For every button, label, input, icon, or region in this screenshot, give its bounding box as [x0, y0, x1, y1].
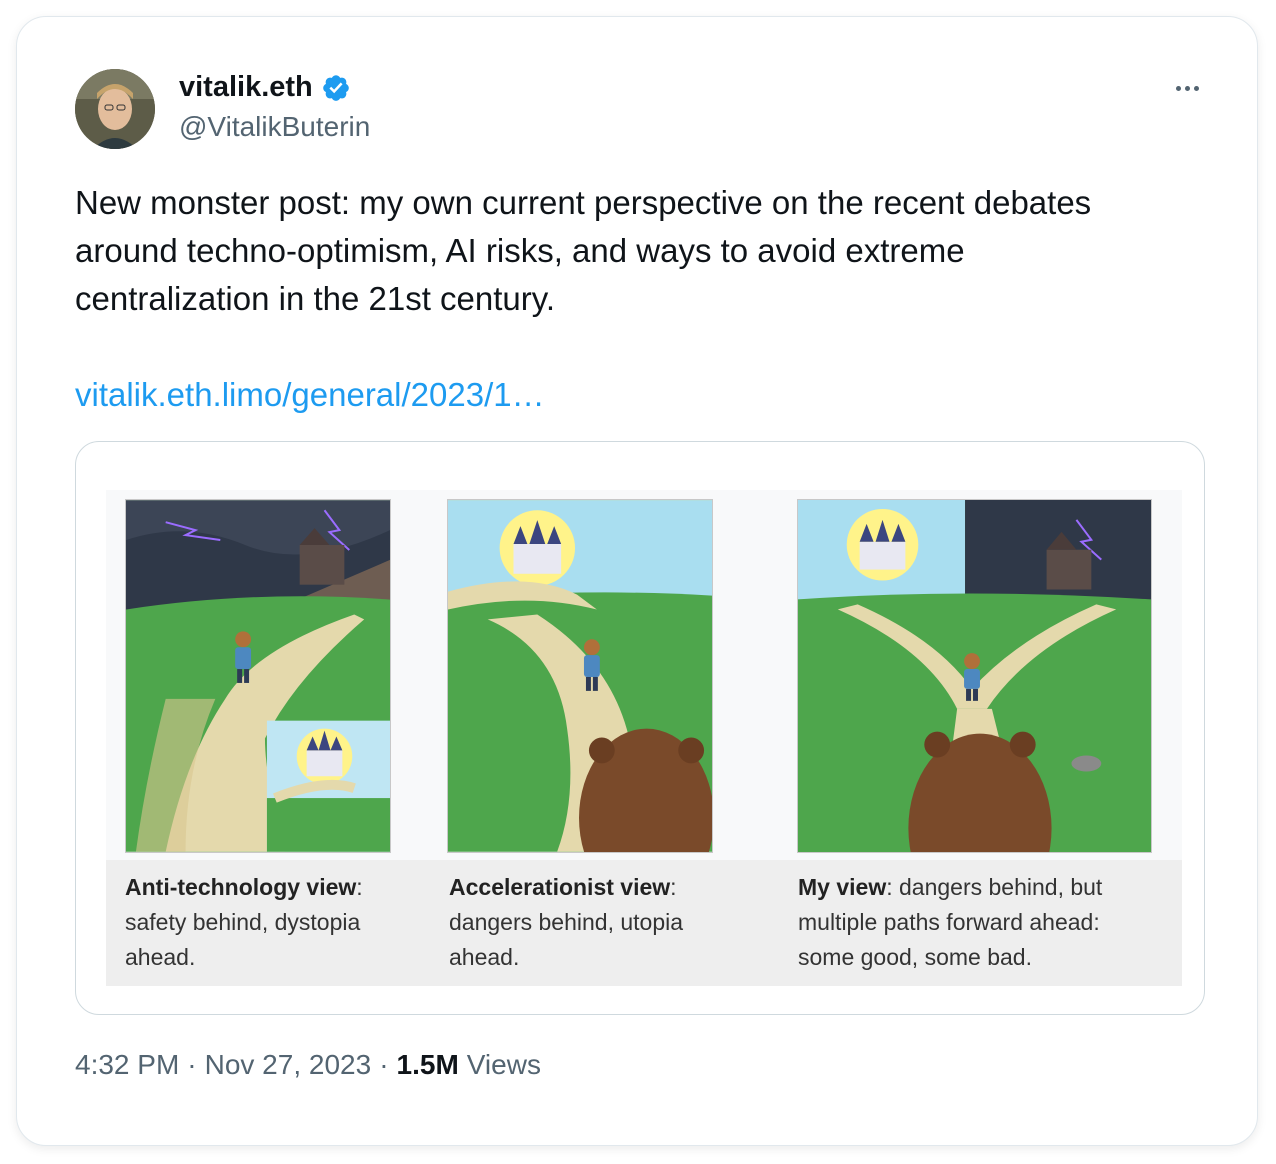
caption-title: My view — [798, 874, 887, 900]
tweet-meta: 4:32 PM · Nov 27, 2023 · 1.5M Views — [75, 1049, 541, 1081]
dot — [1193, 85, 1199, 91]
caption-accelerationist: Accelerationist view: dangers behind, ut… — [449, 870, 749, 975]
views-label: Views — [466, 1049, 541, 1080]
media-image: Anti-technology view: safety behind, dys… — [106, 490, 1182, 986]
panel-image-my-view — [797, 499, 1152, 853]
dot — [1184, 85, 1190, 91]
caption-my-view: My view: dangers behind, but multiple pa… — [798, 870, 1138, 975]
tweet-card[interactable]: vitalik.eth @VitalikButerin New monster … — [16, 16, 1258, 1146]
tweet-text: New monster post: my own current perspec… — [75, 184, 1092, 317]
tweet-link[interactable]: vitalik.eth.limo/general/2023/1… — [75, 371, 545, 419]
panel-image-accelerationist — [447, 499, 713, 853]
avatar[interactable] — [75, 69, 155, 149]
views-count: 1.5M — [396, 1049, 459, 1080]
verified-badge-icon[interactable] — [321, 73, 351, 103]
separator: · — [187, 1049, 197, 1080]
caption-anti-technology: Anti-technology view: safety behind, dys… — [125, 870, 425, 975]
display-name[interactable]: vitalik.eth — [179, 71, 351, 104]
caption-title: Accelerationist view — [449, 874, 671, 900]
tweet-time[interactable]: 4:32 PM — [75, 1049, 179, 1081]
caption-title: Anti-technology view — [125, 874, 357, 900]
panel-image-anti-technology — [125, 499, 391, 853]
dot — [1175, 85, 1181, 91]
media-card[interactable]: Anti-technology view: safety behind, dys… — [75, 441, 1205, 1015]
display-name-text: vitalik.eth — [179, 71, 313, 103]
more-options-icon[interactable] — [1167, 73, 1207, 103]
handle[interactable]: @VitalikButerin — [179, 111, 370, 143]
separator: · — [379, 1049, 389, 1080]
tweet-date[interactable]: Nov 27, 2023 — [205, 1049, 372, 1081]
avatar-image — [75, 69, 155, 149]
